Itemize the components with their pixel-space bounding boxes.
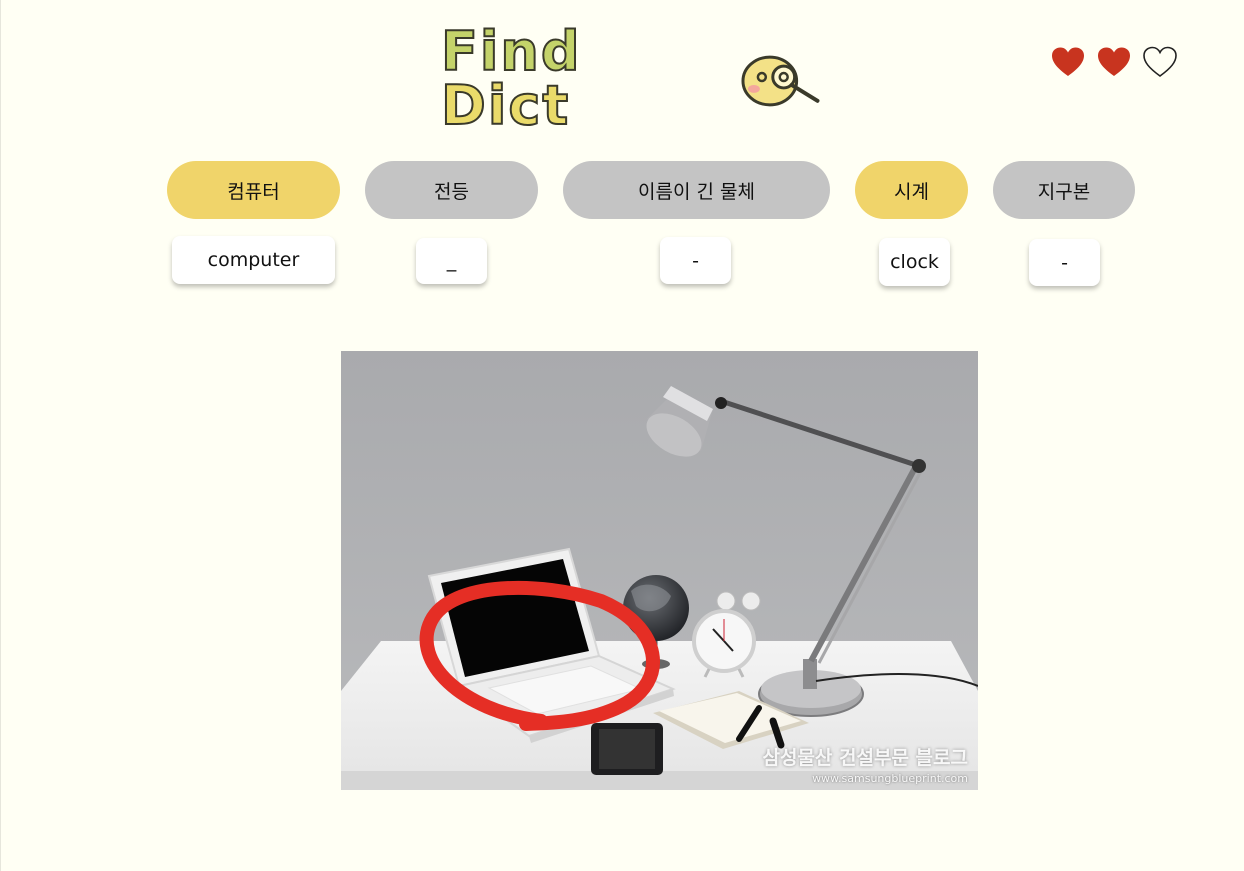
answer-text: - bbox=[692, 249, 699, 272]
category-chip-long-name-object[interactable]: 이름이 긴 물체 bbox=[563, 161, 830, 219]
watermark-title: 삼성물산 건설부문 블로그 bbox=[762, 747, 968, 769]
watermark-url: www.samsungblueprint.com bbox=[812, 772, 968, 785]
answer-box-computer: computer bbox=[172, 236, 335, 284]
category-label: 시계 bbox=[894, 180, 929, 203]
category-label: 컴퓨터 bbox=[227, 180, 280, 203]
answer-text: _ bbox=[446, 250, 457, 272]
heart-icon bbox=[1052, 47, 1084, 76]
tablet[interactable] bbox=[591, 723, 663, 775]
magnifier-face-icon bbox=[741, 55, 820, 107]
app-logo: Find Dict bbox=[440, 24, 821, 134]
category-chip-globe[interactable]: 지구본 bbox=[993, 161, 1135, 219]
lives-indicator bbox=[1051, 46, 1177, 78]
category-label: 지구본 bbox=[1037, 180, 1091, 203]
answer-box-lamp: _ bbox=[416, 238, 487, 284]
scene-illustration[interactable] bbox=[341, 351, 978, 790]
answer-box-globe: - bbox=[1029, 239, 1100, 286]
answer-box-clock: clock bbox=[879, 238, 950, 286]
category-chip-lamp[interactable]: 전등 bbox=[365, 161, 538, 219]
logo-word-dict: Dict bbox=[440, 74, 571, 137]
answer-box-long-name-object: - bbox=[660, 237, 731, 284]
heart-icon bbox=[1098, 47, 1130, 76]
category-chip-computer[interactable]: 컴퓨터 bbox=[167, 161, 340, 219]
answer-text: clock bbox=[890, 251, 939, 273]
category-label: 전등 bbox=[434, 180, 469, 203]
answer-text: - bbox=[1061, 251, 1068, 274]
category-label: 이름이 긴 물체 bbox=[638, 180, 755, 203]
answer-text: computer bbox=[207, 249, 300, 271]
scene-photo[interactable]: 삼성물산 건설부문 블로그 www.samsungblueprint.com bbox=[341, 351, 978, 790]
heart-outline-icon bbox=[1143, 46, 1177, 77]
logo-text: Find Dict bbox=[440, 24, 730, 134]
category-chip-clock[interactable]: 시계 bbox=[855, 161, 968, 219]
